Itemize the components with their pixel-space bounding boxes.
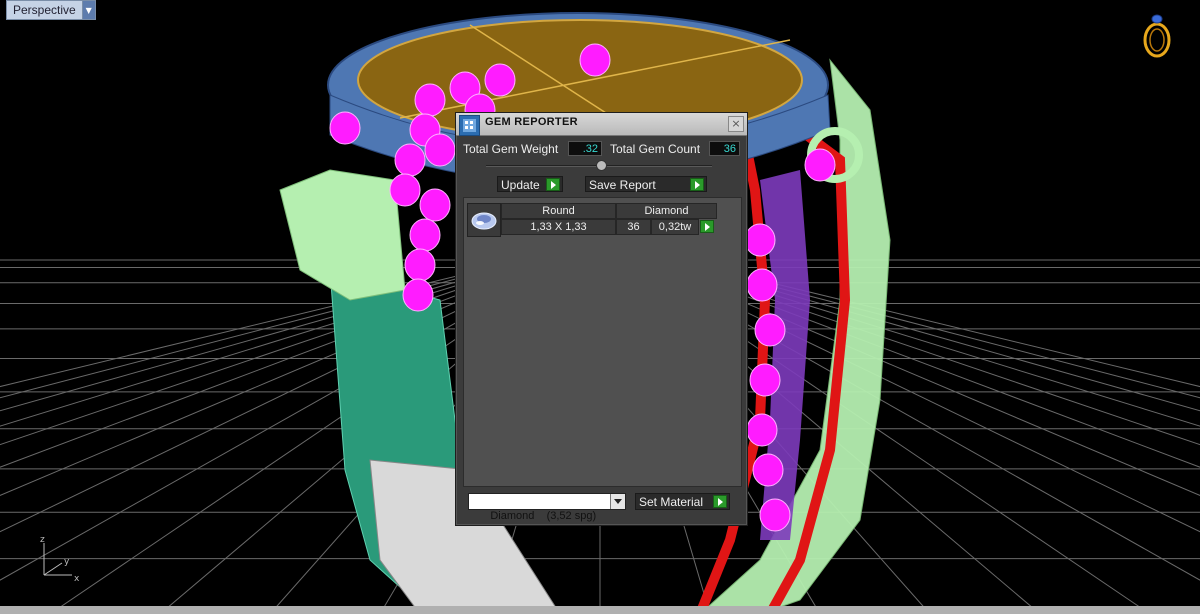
svg-text:z: z xyxy=(40,535,45,545)
material-select[interactable]: Diamond (3,52 spg) xyxy=(468,493,626,522)
svg-text:y: y xyxy=(64,557,70,567)
3d-viewport[interactable]: Perspective ▼ z y x GEM REPORTER × Total… xyxy=(0,0,1200,614)
play-icon[interactable] xyxy=(700,220,714,233)
total-weight-label: Total Gem Weight xyxy=(463,142,559,156)
splitter-knob-icon[interactable] xyxy=(596,160,607,171)
dialog-titlebar[interactable]: GEM REPORTER × xyxy=(456,113,747,136)
save-report-button[interactable]: Save Report xyxy=(585,176,707,192)
gem-weight: 0,32tw xyxy=(651,219,699,235)
play-icon xyxy=(690,178,704,191)
play-icon xyxy=(546,178,560,191)
viewport-title: Perspective xyxy=(13,3,76,17)
axis-triad-icon: z y x xyxy=(40,535,80,584)
set-material-label: Set Material xyxy=(639,495,704,509)
material-select-value: Diamond (3,52 spg) xyxy=(490,510,597,522)
triangle-down-icon[interactable]: ▼ xyxy=(81,1,95,19)
gem-shape-header: Round xyxy=(501,203,616,219)
set-material-button[interactable]: Set Material xyxy=(635,493,730,510)
play-icon xyxy=(713,495,727,508)
gem-count: 36 xyxy=(616,219,651,235)
total-count-value: 36 xyxy=(709,141,740,156)
dialog-title: GEM REPORTER xyxy=(485,116,578,128)
gem-list[interactable]: Round Diamond 1,33 X 1,33 36 0,32tw xyxy=(463,197,742,487)
round-gem-icon xyxy=(467,203,501,237)
total-count-label: Total Gem Count xyxy=(610,142,701,156)
ring-icon[interactable] xyxy=(1140,12,1174,58)
close-icon[interactable]: × xyxy=(728,116,744,132)
total-weight-value: .32 xyxy=(568,141,602,156)
gem-list-item[interactable]: Round Diamond 1,33 X 1,33 36 0,32tw xyxy=(467,203,717,237)
viewport-title-tab[interactable]: Perspective ▼ xyxy=(6,0,96,20)
status-strip xyxy=(0,606,1200,614)
chevron-down-icon[interactable] xyxy=(610,494,625,509)
svg-text:x: x xyxy=(74,574,80,584)
gem-reporter-icon xyxy=(459,115,480,136)
gem-size: 1,33 X 1,33 xyxy=(501,219,616,235)
gem-material-header: Diamond xyxy=(616,203,717,219)
update-button[interactable]: Update xyxy=(497,176,563,192)
save-report-label: Save Report xyxy=(589,178,656,192)
update-button-label: Update xyxy=(501,178,540,192)
gem-reporter-dialog: GEM REPORTER × Total Gem Weight .32 Tota… xyxy=(455,112,748,526)
